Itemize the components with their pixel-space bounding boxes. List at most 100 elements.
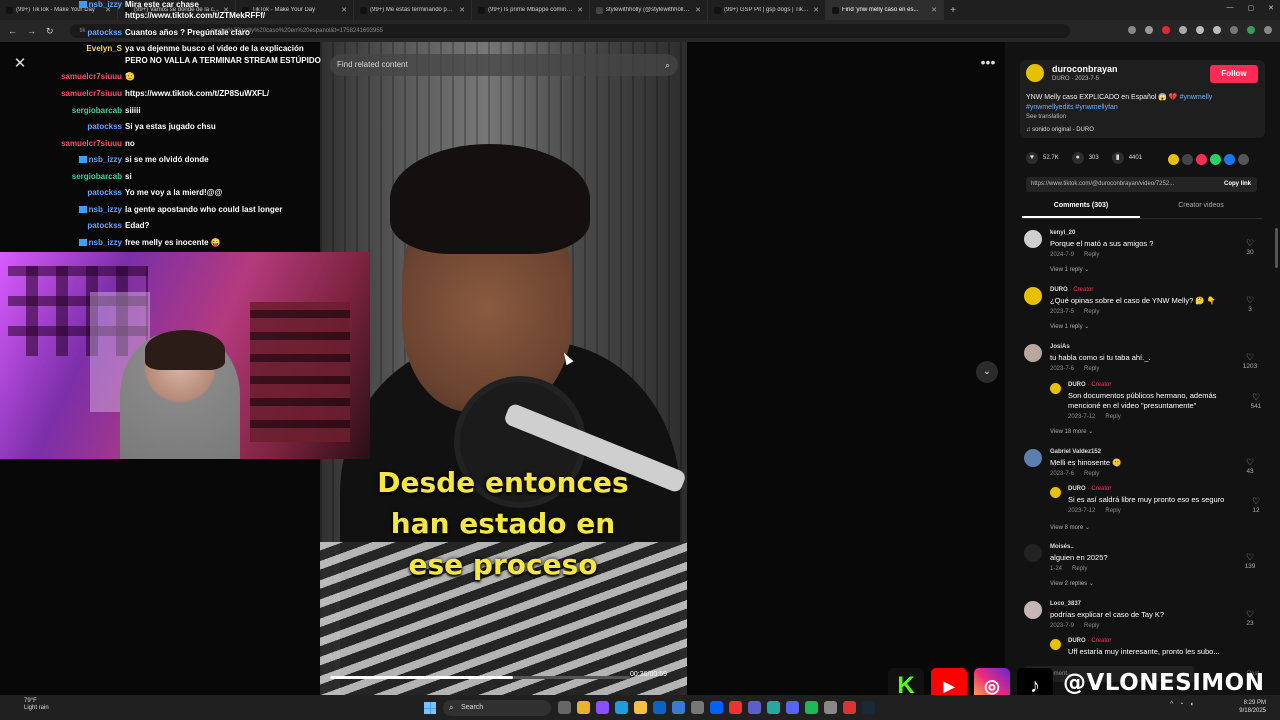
author-username[interactable]: duroconbrayan bbox=[1052, 64, 1118, 74]
profile-avatar[interactable] bbox=[1247, 26, 1255, 34]
outlook-icon[interactable] bbox=[653, 701, 666, 714]
reply-link[interactable]: Reply bbox=[1084, 623, 1099, 629]
comment-like[interactable]: ♡ 1203 bbox=[1240, 352, 1260, 370]
extension-icon[interactable] bbox=[1213, 26, 1221, 34]
whatsapp-icon[interactable] bbox=[1210, 154, 1221, 165]
reply-username[interactable]: DURO · Creator bbox=[1068, 382, 1111, 388]
sound-link[interactable]: ♫ sonido original - DURO bbox=[1026, 127, 1094, 133]
heart-outline-icon[interactable]: ♡ bbox=[1240, 552, 1260, 563]
copy-link-button[interactable]: Copy link bbox=[1224, 177, 1251, 192]
comment-like[interactable]: ♡ 30 bbox=[1240, 238, 1260, 256]
browser-tab[interactable]: stylewithholly (@stylewithholly)... ✕ bbox=[590, 0, 708, 20]
comment-username[interactable]: kenyi_20 bbox=[1050, 230, 1075, 236]
comment-username[interactable]: Gabriel Valdez152 bbox=[1050, 449, 1101, 455]
commenter-avatar[interactable] bbox=[1024, 449, 1042, 467]
commenter-avatar[interactable] bbox=[1024, 544, 1042, 562]
heart-outline-icon[interactable]: ♡ bbox=[1246, 496, 1266, 507]
tab-close-icon[interactable]: ✕ bbox=[695, 6, 701, 14]
commenter-avatar[interactable] bbox=[1024, 344, 1042, 362]
tray-chevron-icon[interactable]: ^ bbox=[1170, 701, 1173, 708]
extension-icon[interactable] bbox=[1128, 26, 1136, 34]
app-icon[interactable] bbox=[729, 701, 742, 714]
taskbar-clock[interactable]: 8:29 PM 9/18/2025 bbox=[1216, 699, 1266, 715]
app-icon[interactable] bbox=[691, 701, 704, 714]
view-replies-link[interactable]: View 1 reply ⌄ bbox=[1050, 323, 1089, 330]
see-translation-link[interactable]: See translation bbox=[1026, 114, 1066, 120]
extension-icon[interactable] bbox=[1162, 26, 1170, 34]
bookmark-star-icon[interactable] bbox=[1145, 26, 1153, 34]
tab-close-icon[interactable]: ✕ bbox=[577, 6, 583, 14]
creator-avatar[interactable] bbox=[1050, 639, 1061, 650]
view-replies-link[interactable]: View 1 reply ⌄ bbox=[1050, 266, 1089, 273]
reply-link[interactable]: Reply bbox=[1105, 414, 1120, 420]
chrome-icon[interactable] bbox=[843, 701, 856, 714]
share-arrow-icon[interactable] bbox=[1238, 154, 1249, 165]
tab-comments[interactable]: Comments (303) bbox=[1022, 202, 1140, 218]
tab-close-icon[interactable]: ✕ bbox=[459, 6, 465, 14]
more-options-icon[interactable]: ••• bbox=[978, 54, 998, 74]
heart-outline-icon[interactable]: ♡ bbox=[1246, 392, 1266, 403]
reply-username[interactable]: DURO · Creator bbox=[1068, 638, 1111, 644]
extension-icon[interactable] bbox=[1230, 26, 1238, 34]
chrome-icon[interactable] bbox=[577, 701, 590, 714]
commenter-avatar[interactable] bbox=[1024, 230, 1042, 248]
steam-icon[interactable] bbox=[862, 701, 875, 714]
reply-link[interactable]: Reply bbox=[1084, 309, 1099, 315]
comment-username[interactable]: JosiAs bbox=[1050, 344, 1070, 350]
close-window-icon[interactable]: ✕ bbox=[1268, 4, 1274, 12]
reply-username[interactable]: DURO · Creator bbox=[1068, 486, 1111, 492]
weather-widget[interactable]: 79°F Light rain bbox=[10, 698, 49, 712]
reply-link[interactable]: Reply bbox=[1084, 252, 1099, 258]
comment-username[interactable]: Loco_3837 bbox=[1050, 601, 1081, 607]
file-explorer-icon[interactable] bbox=[634, 701, 647, 714]
browser-tab[interactable]: Find 'ynw melly caso en es... ✕ bbox=[826, 0, 944, 20]
send-to-friends-icon[interactable] bbox=[1196, 154, 1207, 165]
browser-tab[interactable]: (99+) Me estás terminando pero... ✕ bbox=[354, 0, 472, 20]
share-friends-icon[interactable] bbox=[1168, 154, 1179, 165]
extension-icon[interactable] bbox=[1179, 26, 1187, 34]
store-icon[interactable] bbox=[672, 701, 685, 714]
task-view-icon[interactable] bbox=[558, 701, 571, 714]
video-progress-bar[interactable] bbox=[330, 676, 630, 679]
follow-button[interactable]: Follow bbox=[1210, 65, 1258, 83]
commenter-avatar[interactable] bbox=[1024, 601, 1042, 619]
taskbar-search[interactable]: ⌕ Search bbox=[443, 700, 551, 716]
new-tab-icon[interactable]: + bbox=[944, 5, 962, 16]
edge-icon[interactable] bbox=[615, 701, 628, 714]
maximize-icon[interactable]: ▢ bbox=[1248, 4, 1255, 12]
view-more-replies-link[interactable]: View 18 more ⌄ bbox=[1050, 428, 1093, 435]
comment-username[interactable]: Moisés.. bbox=[1050, 544, 1074, 550]
heart-icon[interactable]: ♥ bbox=[1026, 152, 1038, 164]
comment-like[interactable]: ♡ 43 bbox=[1240, 457, 1260, 475]
embed-icon[interactable] bbox=[1182, 154, 1193, 165]
view-more-replies-link[interactable]: View 8 more ⌄ bbox=[1050, 524, 1090, 531]
video-player[interactable] bbox=[320, 42, 687, 695]
comment-icon[interactable]: ● bbox=[1071, 152, 1084, 164]
author-avatar[interactable] bbox=[1026, 64, 1044, 82]
hashtag-link[interactable]: #ynwmellyedits bbox=[1026, 104, 1073, 111]
comment-username[interactable]: DURO · Creator bbox=[1050, 287, 1093, 293]
reply-link[interactable]: Reply bbox=[1084, 366, 1099, 372]
dropbox-icon[interactable] bbox=[710, 701, 723, 714]
comment-like[interactable]: ♡ 3 bbox=[1240, 295, 1260, 313]
creator-avatar[interactable] bbox=[1050, 487, 1061, 498]
minimize-icon[interactable]: — bbox=[1227, 4, 1234, 12]
heart-outline-icon[interactable]: ♡ bbox=[1240, 238, 1260, 249]
heart-outline-icon[interactable]: ♡ bbox=[1240, 609, 1260, 620]
related-search-input[interactable]: Find related content ⌕ bbox=[330, 54, 678, 76]
volume-icon[interactable]: ◖ bbox=[1190, 701, 1194, 708]
hashtag-link[interactable]: #ynwmelly bbox=[1180, 94, 1213, 101]
app-icon[interactable] bbox=[824, 701, 837, 714]
commenter-avatar[interactable] bbox=[1024, 287, 1042, 305]
next-video-chevron-down-icon[interactable]: ⌄ bbox=[976, 361, 998, 383]
app-icon[interactable] bbox=[767, 701, 780, 714]
creator-avatar[interactable] bbox=[1050, 383, 1061, 394]
tab-close-icon[interactable]: ✕ bbox=[341, 6, 347, 14]
teams-icon[interactable] bbox=[748, 701, 761, 714]
spotify-icon[interactable] bbox=[805, 701, 818, 714]
facebook-icon[interactable] bbox=[1224, 154, 1235, 165]
tab-close-icon[interactable]: ✕ bbox=[813, 6, 819, 14]
hashtag-link[interactable]: #ynwmellyfan bbox=[1075, 104, 1117, 111]
discord-icon[interactable] bbox=[786, 701, 799, 714]
comment-like[interactable]: ♡ 139 bbox=[1240, 552, 1260, 570]
